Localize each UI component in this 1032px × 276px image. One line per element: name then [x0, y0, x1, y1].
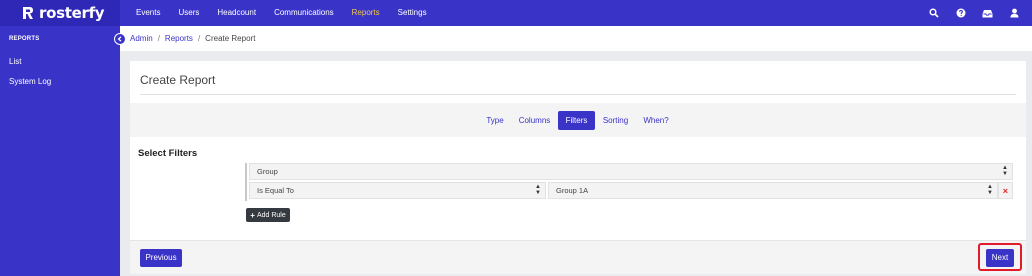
wizard-steps: Type Columns Filters Sorting When? — [130, 103, 1026, 137]
chevron-left-icon — [117, 36, 122, 42]
breadcrumb-separator: / — [157, 34, 160, 43]
sort-arrows-icon: ▲ ▼ — [1002, 165, 1008, 177]
brand-name: rosterfy — [39, 4, 105, 22]
nav-settings[interactable]: Settings — [389, 0, 436, 26]
sidebar-item-list[interactable]: List — [0, 57, 120, 66]
nav-communications[interactable]: Communications — [265, 0, 343, 26]
breadcrumb-separator: / — [197, 34, 201, 43]
create-report-card: Create Report Type Columns Filters Sorti… — [130, 61, 1026, 274]
filter-operator-select[interactable]: Is Equal To ▲ ▼ — [249, 182, 546, 199]
breadcrumb: Admin / Reports / Create Report — [120, 26, 1032, 51]
select-filters-heading: Select Filters — [138, 148, 198, 159]
sort-arrows-icon: ▲ ▼ — [535, 184, 541, 196]
filter-operator-value: Is Equal To — [257, 186, 294, 195]
breadcrumb-current: Create Report — [205, 34, 256, 43]
wizard-footer: Previous Next — [130, 240, 1026, 274]
sidebar-collapse-button[interactable] — [114, 33, 126, 45]
top-actions — [920, 0, 1028, 26]
filter-field-value: Group — [257, 167, 278, 176]
filter-value-text: Group 1A — [556, 186, 589, 195]
tab-filters[interactable]: Filters — [558, 111, 595, 130]
add-rule-label: Add Rule — [256, 211, 286, 219]
inbox-icon[interactable] — [974, 0, 1001, 26]
tab-sorting[interactable]: Sorting — [600, 111, 631, 130]
title-divider — [140, 94, 1016, 95]
remove-rule-icon: × — [1002, 186, 1008, 196]
filter-field-select[interactable]: Group ▲ ▼ — [249, 163, 1013, 180]
next-button-highlight — [978, 243, 1022, 271]
top-navbar: rosterfy Events Users Headcount Communic… — [0, 0, 1032, 26]
breadcrumb-reports[interactable]: Reports — [165, 34, 193, 43]
sort-arrows-icon: ▲ ▼ — [987, 184, 993, 196]
filter-value-select[interactable]: Group 1A ▲ ▼ — [548, 182, 998, 199]
sidebar-item-system-log[interactable]: System Log — [0, 77, 120, 86]
nav-reports[interactable]: Reports — [343, 0, 389, 26]
nav-users[interactable]: Users — [169, 0, 208, 26]
main-nav: Events Users Headcount Communications Re… — [127, 0, 436, 26]
tab-columns[interactable]: Columns — [516, 111, 553, 130]
tab-when[interactable]: When? — [641, 111, 671, 130]
remove-rule-button[interactable]: × — [998, 182, 1013, 199]
brand-logo[interactable]: rosterfy — [0, 0, 120, 26]
page-title: Create Report — [140, 73, 216, 87]
rosterfy-logo-icon — [23, 7, 33, 19]
search-icon[interactable] — [920, 0, 947, 26]
sidebar-heading: REPORTS — [9, 36, 40, 42]
breadcrumb-admin[interactable]: Admin — [130, 34, 153, 43]
user-icon[interactable] — [1001, 0, 1028, 26]
filter-rule-group: Group ▲ ▼ Is Equal To ▲ ▼ Group 1A ▲ ▼ × — [245, 163, 1013, 201]
sidebar: REPORTS List System Log — [0, 26, 120, 276]
add-rule-button[interactable]: + Add Rule — [246, 208, 290, 222]
previous-button[interactable]: Previous — [140, 249, 182, 267]
tab-type[interactable]: Type — [481, 111, 509, 130]
nav-events[interactable]: Events — [127, 0, 169, 26]
nav-headcount[interactable]: Headcount — [208, 0, 265, 26]
plus-icon: + — [250, 210, 255, 220]
help-icon[interactable] — [947, 0, 974, 26]
